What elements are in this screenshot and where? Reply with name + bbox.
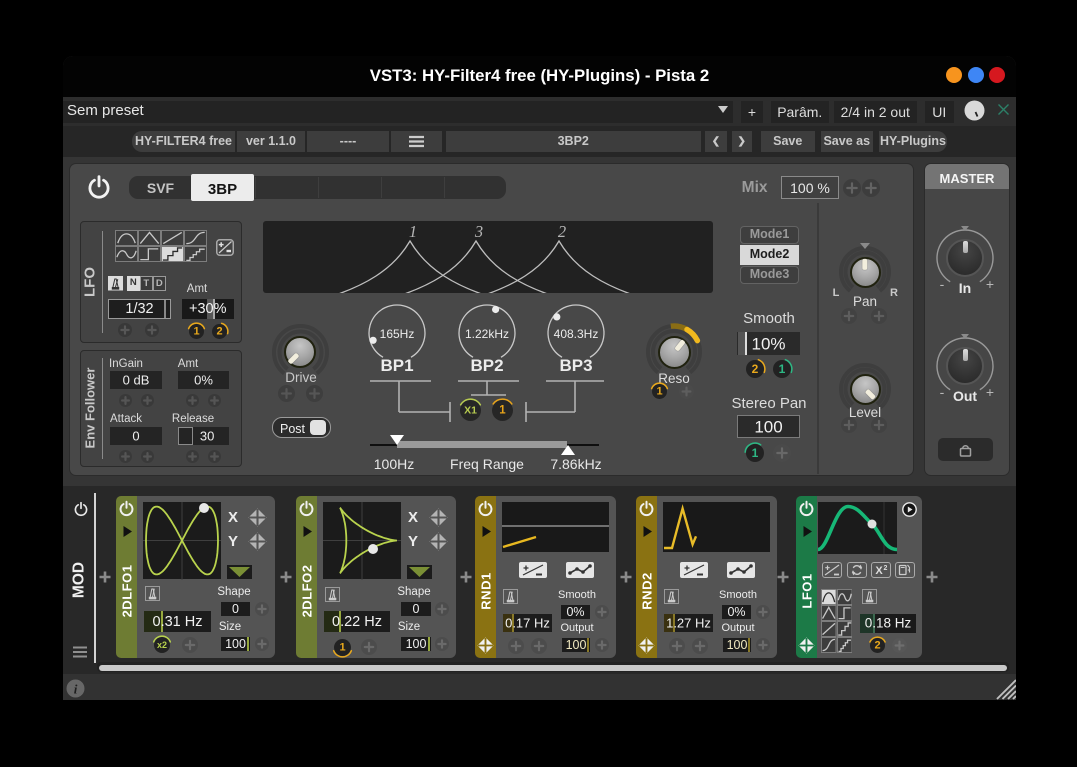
svg-text:2: 2 (558, 222, 566, 241)
svg-text:1: 1 (499, 405, 506, 417)
svg-text:2: 2 (216, 325, 222, 337)
svg-text:2: 2 (874, 640, 880, 652)
svg-text:3: 3 (474, 222, 483, 241)
svg-text:X: X (875, 565, 883, 577)
svg-text:1: 1 (409, 222, 417, 241)
svg-text:1: 1 (779, 362, 786, 376)
svg-text:2: 2 (752, 362, 759, 376)
svg-text:x2: x2 (157, 640, 167, 650)
svg-text:2: 2 (883, 565, 887, 572)
svg-text:1: 1 (339, 641, 345, 653)
svg-text:1: 1 (656, 386, 662, 398)
svg-text:1: 1 (193, 325, 199, 337)
svg-text:X1: X1 (464, 405, 477, 417)
svg-text:1: 1 (752, 446, 759, 460)
svg-text:i: i (73, 681, 77, 696)
